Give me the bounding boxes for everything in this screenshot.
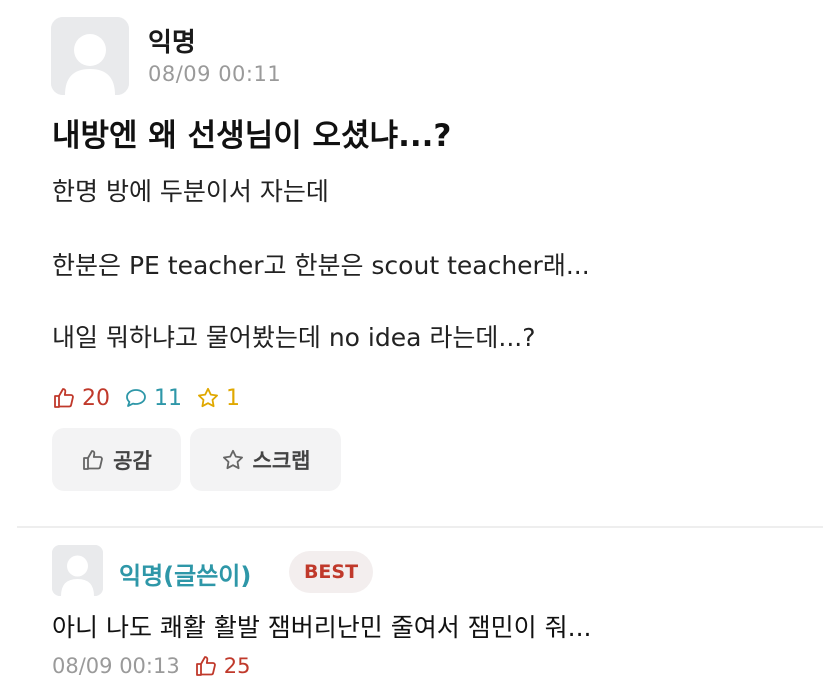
post-author: 익명 [148,28,196,58]
star-icon [198,387,218,408]
post-stats: 20 11 1 [52,382,254,414]
default-avatar-icon [52,545,103,596]
best-badge: BEST [289,551,373,593]
comment-meta: 08/09 00:13 25 [52,650,250,682]
comment-author: 익명(글쓴이) [119,562,252,590]
scrap-count: 1 [196,386,240,411]
thumbs-up-icon [83,449,104,470]
comment-count: 11 [124,386,182,411]
like-count-value: 20 [82,385,110,411]
thumbs-up-icon [54,388,74,408]
comment-author-avatar [52,545,103,596]
section-divider [17,526,823,528]
star-icon [222,449,243,469]
scrap-count-value: 1 [226,385,240,411]
post-title: 내방엔 왜 선생님이 오셨냐...? [52,118,452,154]
post-body-line: 내일 뭐하냐고 물어봤는데 no idea 라는데...? [52,323,536,352]
scrap-button-label: 스크랩 [252,448,311,473]
post-timestamp: 08/09 00:11 [148,62,282,86]
comment-timestamp: 08/09 00:13 [52,654,180,678]
speech-bubble-icon [126,389,146,407]
like-button-label: 공감 [113,448,152,473]
like-button[interactable]: 공감 [52,428,181,491]
comment-count-value: 11 [154,385,182,411]
post-body-line: 한명 방에 두분이서 자는데 [52,177,329,206]
post-body-line: 한분은 PE teacher고 한분은 scout teacher래... [52,251,590,280]
author-avatar [51,17,129,95]
comment-like-value: 25 [223,654,251,678]
comment-like-count[interactable]: 25 [194,654,251,678]
comment-text: 아니 나도 쾌활 활발 잼버리난민 줄여서 잼민이 줘... [52,613,592,642]
like-count: 20 [52,386,110,411]
scrap-button[interactable]: 스크랩 [190,428,341,491]
thumbs-up-icon [195,656,216,676]
default-avatar-icon [51,17,129,95]
